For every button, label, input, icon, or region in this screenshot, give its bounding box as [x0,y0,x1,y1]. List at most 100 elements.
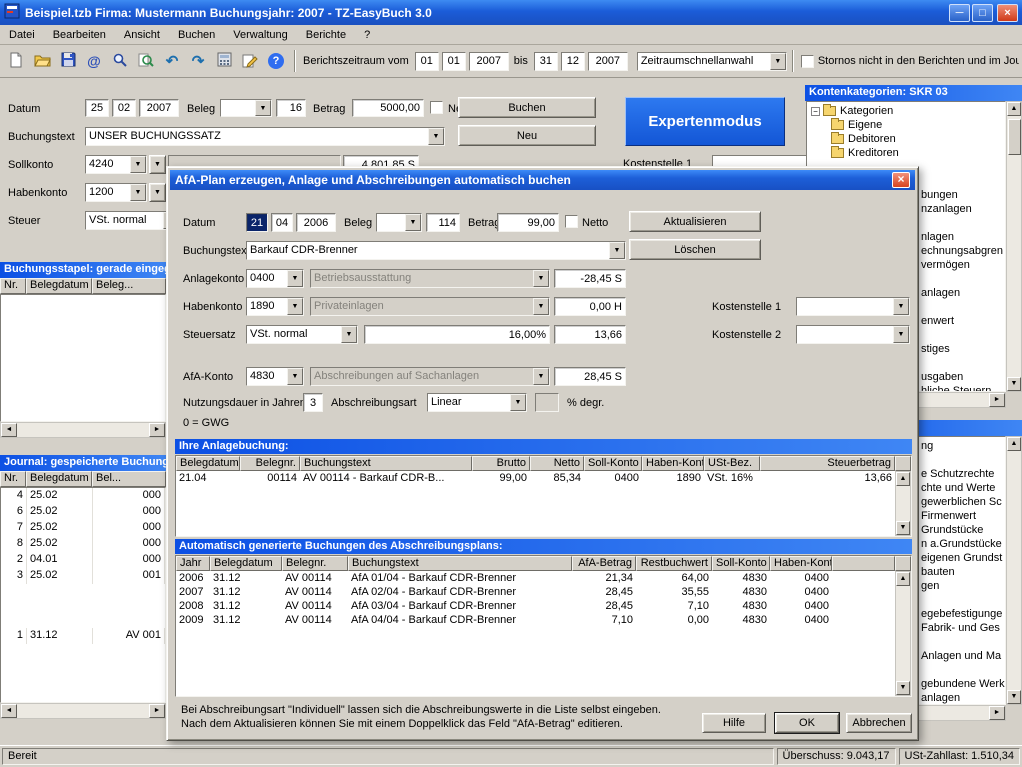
scroll-up-icon[interactable]: ▲ [896,572,910,586]
scroll-up-icon[interactable]: ▲ [1007,437,1021,451]
new-file-button[interactable] [3,48,29,74]
column-header[interactable]: Netto [530,456,584,471]
chevron-down-icon[interactable]: ▼ [341,326,357,343]
chevron-down-icon[interactable]: ▼ [893,326,909,343]
anlage-table-scrollbar[interactable]: ▲▼ [895,471,911,536]
ok-button[interactable]: OK [775,713,839,733]
chevron-down-icon[interactable]: ▼ [287,298,303,315]
chevron-down-icon[interactable]: ▼ [428,128,444,145]
dialog-buchungstext-combo[interactable]: Barkauf CDR-Brenner▼ [246,241,626,260]
close-button[interactable]: × [997,4,1018,22]
journal-row[interactable]: 131.12AV 001 [1,628,165,644]
hilfe-button[interactable]: Hilfe [702,713,766,733]
journal-list[interactable]: 425.02000625.02000725.02000825.02000204.… [0,487,166,703]
scroll-right-icon[interactable]: ► [149,423,165,437]
journal-row[interactable]: 204.01000 [1,552,165,568]
dialog-kostenstelle2-combo[interactable]: ▼ [796,325,910,344]
scroll-down-icon[interactable]: ▼ [896,521,910,535]
konten-scrollbar[interactable]: ▲▼ [1006,101,1022,392]
scroll-down-icon[interactable]: ▼ [1007,690,1021,704]
column-header[interactable]: USt-Bez. [704,456,760,471]
column-header[interactable]: Haben-Konto [770,556,832,571]
column-header[interactable]: Bel... [92,471,166,487]
beleg-combo[interactable]: ▼ [220,99,272,117]
menu-berichte[interactable]: Berichte [297,27,355,43]
column-header[interactable]: Soll-Konto [712,556,770,571]
stapel-list[interactable] [0,294,166,422]
table-row[interactable]: 200931.12AV 00114AfA 04/04 - Barkauf CDR… [176,613,895,627]
column-header[interactable]: Brutto [472,456,530,471]
scroll-down-icon[interactable]: ▼ [1007,377,1021,391]
dialog-datum-month-field[interactable]: 04 [271,213,293,232]
journal-row[interactable]: 725.02000 [1,520,165,536]
column-header[interactable]: Belegnr. [240,456,300,471]
menu-bearbeiten[interactable]: Bearbeiten [44,27,115,43]
dialog-beleg-combo[interactable]: ▼ [376,213,422,232]
chevron-down-icon[interactable]: ▼ [510,394,526,411]
buchen-button[interactable]: Buchen [458,97,596,118]
column-header[interactable]: Belegdatum [26,471,92,487]
scroll-up-icon[interactable]: ▲ [1007,102,1021,116]
journal-row[interactable]: 325.02001 [1,568,165,584]
zeitraum-combo[interactable]: Zeitraumschnellanwahl▼ [637,52,787,71]
steuersatz-combo[interactable]: VSt. normal▼ [246,325,358,344]
dialog-title-bar[interactable]: AfA-Plan erzeugen, Anlage und Abschreibu… [170,170,915,190]
journal-row[interactable]: 625.02000 [1,504,165,520]
chevron-down-icon[interactable]: ▼ [609,242,625,259]
stapel-hscrollbar[interactable]: ◄► [0,422,166,438]
dialog-kostenstelle1-combo[interactable]: ▼ [796,297,910,316]
table-row[interactable]: 200631.12AV 00114AfA 01/04 - Barkauf CDR… [176,571,895,585]
aktualisieren-button[interactable]: Aktualisieren [629,211,761,232]
scroll-left-icon[interactable]: ◄ [1,704,17,718]
habenkonto-combo[interactable]: 1200▼ [85,183,147,202]
redo-button[interactable]: ↷ [185,48,211,74]
tree-item[interactable]: Debitoren [807,132,1005,146]
dialog-habenkonto-combo[interactable]: 1890▼ [246,297,304,316]
column-header[interactable]: Nr. [0,471,26,487]
column-header[interactable]: Buchungstext [348,556,572,571]
period-to-day[interactable]: 31 [534,52,558,71]
menu-buchen[interactable]: Buchen [169,27,224,43]
dialog-beleg-nr-field[interactable]: 114 [426,213,460,232]
search-document-button[interactable] [133,48,159,74]
stornos-checkbox[interactable] [801,55,814,68]
anlagekonto-combo[interactable]: 0400▼ [246,269,304,288]
dialog-netto-checkbox[interactable] [565,215,578,228]
table-row[interactable]: 21.0400114AV 00114 - Barkauf CDR-B...99,… [176,471,895,485]
betrag-field[interactable]: 5000,00 [352,99,424,117]
dialog-betrag-field[interactable]: 99,00 [497,213,559,232]
nutzungsdauer-field[interactable]: 3 [303,393,323,412]
calculator-button[interactable] [211,48,237,74]
menu-verwaltung[interactable]: Verwaltung [224,27,296,43]
journal-hscrollbar[interactable]: ◄► [0,703,166,719]
column-header[interactable]: Nr. [0,278,26,294]
column-header[interactable]: Belegdatum [210,556,282,571]
open-file-button[interactable] [29,48,55,74]
expander-icon[interactable]: − [811,107,820,116]
column-header[interactable]: Steuerbetrag [760,456,895,471]
expertenmodus-button[interactable]: Expertenmodus [625,97,785,146]
datum-day-field[interactable]: 25 [85,99,109,117]
beleg-nr-field[interactable]: 16 [276,99,306,117]
journal-row[interactable]: 825.02000 [1,536,165,552]
column-header[interactable]: Belegdatum [26,278,92,294]
email-button[interactable]: @ [81,48,107,74]
scroll-up-icon[interactable]: ▲ [896,472,910,486]
minimize-button[interactable]: ─ [949,4,970,22]
search-button[interactable] [107,48,133,74]
loeschen-button[interactable]: Löschen [629,239,761,260]
column-header[interactable]: Restbuchwert [636,556,712,571]
neu-button[interactable]: Neu [458,125,596,146]
column-header[interactable]: Buchungstext [300,456,472,471]
datum-year-field[interactable]: 2007 [139,99,179,117]
dialog-close-button[interactable]: × [892,172,910,188]
tree-item[interactable]: Eigene [807,118,1005,132]
table-row[interactable]: 200731.12AV 00114AfA 02/04 - Barkauf CDR… [176,585,895,599]
chevron-down-icon[interactable]: ▼ [893,298,909,315]
tree-item[interactable]: −Kategorien [807,104,1005,118]
maximize-button[interactable]: □ [972,4,993,22]
dialog-datum-year-field[interactable]: 2006 [296,213,336,232]
chevron-down-icon[interactable]: ▼ [405,214,421,231]
period-from-month[interactable]: 01 [442,52,466,71]
chevron-down-icon[interactable]: ▼ [255,100,271,116]
